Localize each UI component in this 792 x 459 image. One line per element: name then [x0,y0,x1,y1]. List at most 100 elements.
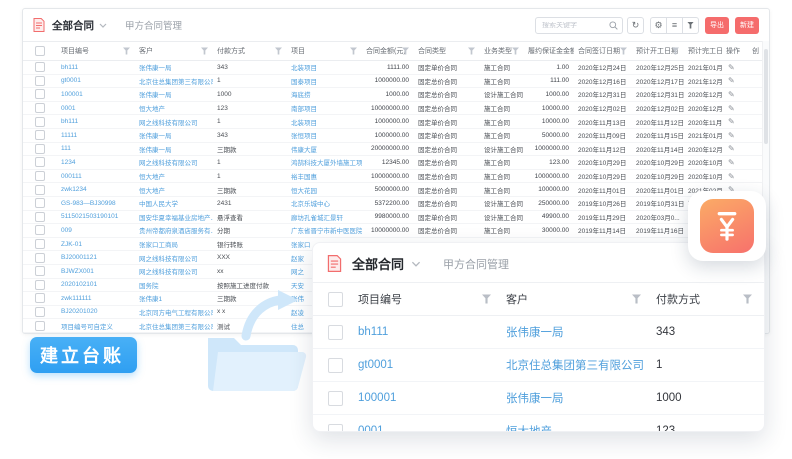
chevron-down-icon[interactable] [99,23,107,28]
filter-icon[interactable] [632,295,641,304]
filter-icon[interactable] [275,48,282,55]
cell-customer[interactable]: 贵州帝都府泉酒店服务有... [135,224,213,238]
row-checkbox[interactable] [35,239,45,249]
cell-customer[interactable]: 张家口工商局 [135,237,213,251]
cell-code[interactable]: zwk1234 [57,183,135,197]
column-header[interactable]: 预计完工日期 [684,42,722,61]
cell-customer[interactable]: 张伟康一局 [135,61,213,75]
cell-customer[interactable]: 中国人民大学 [135,196,213,210]
cell-customer[interactable]: 国安华夏幸福基业房地产... [135,210,213,224]
cell-project[interactable]: 海底捞 [287,88,362,102]
cell-code[interactable]: ZJK-01 [57,237,135,251]
cell-code[interactable]: 100001 [357,382,505,415]
columns-icon[interactable]: ≡ [666,17,683,34]
cell-project[interactable]: 裕丰国惠 [287,169,362,183]
cell-code[interactable]: 100001 [57,88,135,102]
cell-project[interactable]: 国泰项目 [287,74,362,88]
edit-icon[interactable]: ✎ [728,76,735,85]
cell-project[interactable]: 恒大花园 [287,183,362,197]
cell-project[interactable]: 广东省晋宁市新中医医院... [287,224,362,238]
edit-icon[interactable]: ✎ [728,158,735,167]
cell-code[interactable]: 009 [57,224,135,238]
cell-customer[interactable]: 恒大地产 [135,169,213,183]
cell-customer[interactable]: 网之线科技有限公司 [135,115,213,129]
cell-code[interactable]: 000111 [57,169,135,183]
filter-icon[interactable] [743,295,752,304]
cell-project[interactable]: 北京乐城中心 [287,196,362,210]
row-checkbox[interactable] [35,293,45,303]
edit-icon[interactable]: ✎ [728,117,735,126]
cell-customer[interactable]: 张伟康一局 [505,382,655,415]
create-ledger-button[interactable]: 建立台账 [30,337,137,373]
cell-project[interactable]: 伟康大厦 [287,142,362,156]
column-header[interactable]: 付款方式 [655,283,765,316]
row-checkbox[interactable] [35,198,45,208]
refresh-icon[interactable]: ↻ [627,17,644,34]
cell-code[interactable]: 0001 [57,101,135,115]
cell-project[interactable]: 南部项目 [287,101,362,115]
cell-code[interactable]: 5115021503190101 [57,210,135,224]
cell-customer[interactable]: 张伟康一局 [505,316,655,349]
cell-customer[interactable]: 张伟康一局 [135,128,213,142]
filter-icon[interactable] [512,48,519,55]
row-checkbox[interactable] [35,89,45,99]
cell-code[interactable]: zwk111111 [57,292,135,306]
cell-customer[interactable]: 北京住总集团第三有限公司 [505,349,655,382]
column-header[interactable]: 付款方式 [213,42,287,61]
filter-icon[interactable] [482,295,491,304]
edit-icon[interactable]: ✎ [728,172,735,181]
cell-project[interactable]: 廊坊孔雀城汇景轩 [287,210,362,224]
row-checkbox[interactable] [328,325,343,340]
cell-code[interactable]: bh111 [57,115,135,129]
export-button[interactable]: 导出 [705,17,729,34]
cell-code[interactable]: gt0001 [57,74,135,88]
row-checkbox[interactable] [35,185,45,195]
cell-code[interactable]: gt0001 [357,349,505,382]
column-header[interactable]: 创 [748,42,763,61]
column-header[interactable]: 预计开工日期 [632,42,684,61]
row-checkbox[interactable] [35,130,45,140]
scrollbar-thumb[interactable] [764,49,768,144]
edit-icon[interactable]: ✎ [728,90,735,99]
cell-project[interactable]: 北装项目 [287,61,362,75]
row-checkbox[interactable] [35,157,45,167]
edit-icon[interactable]: ✎ [728,131,735,140]
column-header[interactable]: 履约保证金金额(元) [524,42,574,61]
row-checkbox[interactable] [35,253,45,263]
create-button[interactable]: 新建 [735,17,759,34]
column-header[interactable]: 客户 [135,42,213,61]
select-all-checkbox[interactable] [328,292,343,307]
edit-icon[interactable]: ✎ [728,104,735,113]
column-header[interactable]: 合同类型 [414,42,480,61]
row-checkbox[interactable] [328,391,343,406]
cell-project[interactable]: 鸿鹄科技大厦外墙施工项目 [287,156,362,170]
row-checkbox[interactable] [35,321,45,331]
cell-customer[interactable]: 北京住总集团第三有限公司 [135,74,213,88]
row-checkbox[interactable] [35,76,45,86]
cell-code[interactable]: GS-983—BJ30998 [57,196,135,210]
cell-customer[interactable]: 恒大地产 [505,415,655,433]
cell-code[interactable]: 0001 [357,415,505,433]
row-checkbox[interactable] [35,212,45,222]
search-input[interactable] [536,22,609,29]
row-checkbox[interactable] [35,117,45,127]
edit-icon[interactable]: ✎ [728,63,735,72]
column-header[interactable]: 项目 [287,42,362,61]
cell-project[interactable]: 北装项目 [287,115,362,129]
row-checkbox[interactable] [35,225,45,235]
column-header[interactable]: 项目编号 [357,283,505,316]
gear-icon[interactable]: ⚙ [650,17,667,34]
search-icon[interactable] [609,21,622,30]
row-checkbox[interactable] [35,307,45,317]
column-header[interactable]: 业务类型 [480,42,524,61]
chevron-down-icon[interactable] [411,261,421,267]
column-header[interactable]: 项目编号 [57,42,135,61]
filter-icon[interactable] [682,17,699,34]
row-checkbox[interactable] [35,280,45,290]
filter-icon[interactable] [468,48,475,55]
row-checkbox[interactable] [35,266,45,276]
select-all-checkbox[interactable] [35,46,45,56]
cell-code[interactable]: 111 [57,142,135,156]
cell-code[interactable]: bh111 [357,316,505,349]
column-header[interactable]: 合同金额(元) [362,42,414,61]
